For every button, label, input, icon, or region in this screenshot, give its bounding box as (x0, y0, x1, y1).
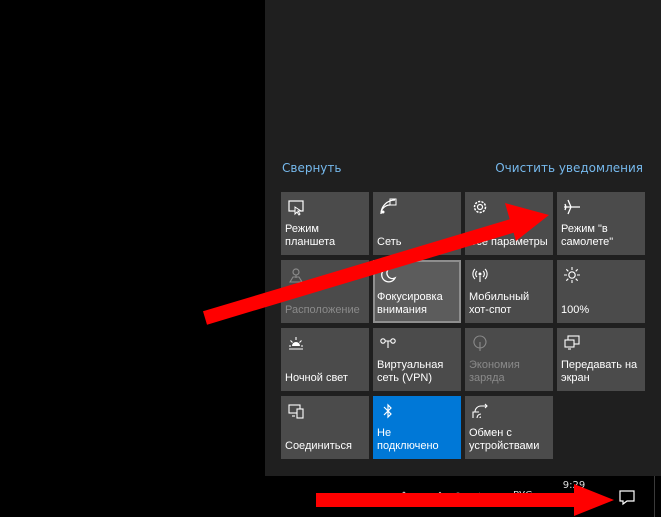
battery-icon[interactable]: ▭ (488, 491, 500, 503)
system-tray: ^ ⌂ ❖ ◔ ◁ ▭ (398, 490, 500, 504)
quick-actions-grid: Режим планшета Сеть Все параметры Режим … (281, 192, 645, 459)
tile-label: Сеть (377, 236, 402, 248)
tile-label: Фокусировка внимания (377, 291, 443, 316)
tile-location[interactable]: Расположение (281, 260, 369, 323)
tile-tablet-mode[interactable]: Режим планшета (281, 192, 369, 255)
vpn-icon (379, 334, 397, 352)
nearby-sharing-icon (471, 402, 489, 420)
action-center-panel: Свернуть Очистить уведомления Режим план… (265, 0, 661, 476)
notification-icon (619, 489, 635, 505)
dropbox-icon[interactable]: ❖ (434, 491, 446, 503)
tile-label: Соединиться (285, 440, 352, 452)
moon-icon (379, 266, 397, 284)
night-light-icon (287, 334, 305, 352)
project-icon (563, 334, 581, 352)
tile-airplane-mode[interactable]: Режим "в самолете" (557, 192, 645, 255)
taskbar: ^ ⌂ ❖ ◔ ◁ ▭ РУС 9:29 05.0_.19 (0, 476, 661, 517)
tile-project[interactable]: Передавать на экран (557, 328, 645, 391)
airplane-icon (563, 198, 581, 216)
tile-network[interactable]: Сеть (373, 192, 461, 255)
tile-vpn[interactable]: Виртуальная сеть (VPN) (373, 328, 461, 391)
tile-label: Расположение (285, 304, 360, 316)
gear-icon (471, 198, 489, 216)
tile-night-light[interactable]: Ночной свет (281, 328, 369, 391)
tile-label: Не подключено (377, 427, 439, 452)
tile-label: Ночной свет (285, 372, 348, 384)
tile-all-settings[interactable]: Все параметры (465, 192, 553, 255)
tile-label: Мобильный хот-спот (469, 291, 530, 316)
brightness-icon (563, 266, 581, 284)
tile-connect[interactable]: Соединиться (281, 396, 369, 459)
action-center-button[interactable] (606, 476, 648, 517)
clock[interactable]: 9:29 05.0_.19 (546, 479, 602, 507)
network-tray-icon[interactable]: ⌂ (416, 491, 428, 503)
tile-label: Экономия заряда (469, 359, 520, 384)
clear-notifications-link[interactable]: Очистить уведомления (495, 161, 643, 175)
tile-label: Виртуальная сеть (VPN) (377, 359, 444, 384)
show-desktop-button[interactable] (654, 476, 661, 517)
clock-time: 9:29 (562, 480, 586, 491)
network-icon (379, 198, 397, 216)
tile-focus-assist[interactable]: Фокусировка внимания (373, 260, 461, 323)
battery-saver-icon (471, 334, 489, 352)
volume-icon[interactable]: ◁ (470, 491, 482, 503)
hotspot-icon (471, 266, 489, 284)
tile-mobile-hotspot[interactable]: Мобильный хот-спот (465, 260, 553, 323)
tile-label: Передавать на экран (561, 359, 638, 384)
tile-label: Все параметры (469, 236, 548, 248)
tile-battery-saver[interactable]: Экономия заряда (465, 328, 553, 391)
clock-date: 05.0_.19 (552, 494, 596, 505)
collapse-link[interactable]: Свернуть (282, 161, 341, 175)
location-icon (287, 266, 305, 284)
tile-label: Обмен с устройствами (469, 427, 540, 452)
bluetooth-icon (379, 402, 397, 420)
tile-bluetooth[interactable]: Не подключено (373, 396, 461, 459)
language-indicator[interactable]: РУС (513, 490, 532, 501)
chevron-up-icon[interactable]: ^ (398, 491, 410, 503)
tile-label: Режим планшета (285, 223, 336, 248)
wifi-icon[interactable]: ◔ (452, 491, 464, 503)
tile-label: 100% (561, 304, 590, 316)
tile-nearby-sharing[interactable]: Обмен с устройствами (465, 396, 553, 459)
connect-icon (287, 402, 305, 420)
tile-brightness[interactable]: 100% (557, 260, 645, 323)
tablet-mode-icon (287, 198, 305, 216)
tile-label: Режим "в самолете" (561, 223, 614, 248)
